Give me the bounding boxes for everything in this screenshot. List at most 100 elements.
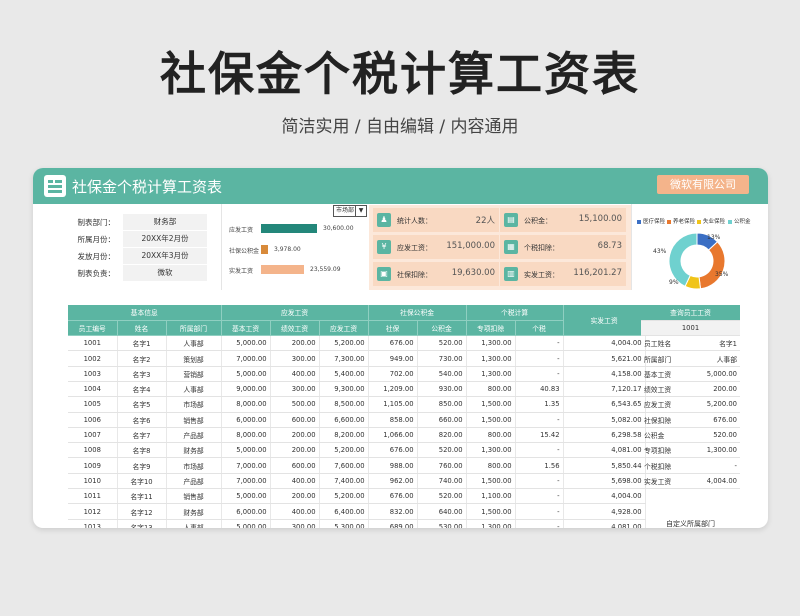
company-button[interactable]: 微软有限公司 — [657, 175, 749, 194]
column-header[interactable]: 专项扣除 — [466, 320, 516, 337]
table-cell[interactable]: 1013 — [68, 519, 118, 528]
table-cell[interactable]: 名字1 — [117, 335, 167, 352]
table-cell[interactable]: 1004 — [68, 381, 118, 398]
table-cell[interactable]: 财务部 — [166, 442, 222, 459]
column-header[interactable]: 基本工资 — [221, 320, 271, 337]
info-value[interactable]: 20XX年3月份 — [123, 248, 207, 264]
table-cell[interactable]: 858.00 — [368, 412, 418, 428]
table-cell[interactable]: 520.00 — [417, 488, 467, 505]
table-cell[interactable]: 名字8 — [117, 442, 167, 459]
table-cell[interactable]: 949.00 — [368, 350, 418, 367]
column-header[interactable]: 应发工资 — [319, 320, 369, 337]
table-cell[interactable]: 1,300.00 — [466, 519, 516, 528]
table-cell[interactable]: 200.00 — [270, 335, 320, 352]
lookup-id-input[interactable]: 1001 — [641, 320, 740, 337]
table-cell[interactable]: 5,200.00 — [319, 488, 369, 505]
table-cell[interactable]: 400.00 — [270, 473, 320, 490]
table-cell[interactable]: 名字2 — [117, 350, 167, 367]
table-cell[interactable]: 300.00 — [270, 381, 320, 398]
table-cell[interactable]: 4,081.00 — [563, 519, 646, 528]
table-cell[interactable]: 962.00 — [368, 473, 418, 490]
table-cell[interactable]: 4,928.00 — [563, 503, 646, 520]
column-header[interactable]: 绩效工资 — [270, 320, 320, 337]
info-value[interactable]: 微软 — [123, 265, 207, 281]
table-cell[interactable]: 市场部 — [166, 396, 222, 413]
table-cell[interactable]: 7,300.00 — [319, 350, 369, 367]
table-cell[interactable]: 营销部 — [166, 366, 222, 382]
table-cell[interactable]: - — [515, 366, 564, 382]
table-cell[interactable]: 8,200.00 — [319, 427, 369, 444]
table-cell[interactable]: 财务部 — [166, 503, 222, 520]
table-cell[interactable]: 6,000.00 — [221, 412, 271, 428]
table-cell[interactable]: 人事部 — [166, 381, 222, 398]
table-cell[interactable]: 9,000.00 — [221, 381, 271, 398]
table-cell[interactable]: 销售部 — [166, 412, 222, 428]
table-cell[interactable]: 产品部 — [166, 473, 222, 490]
table-cell[interactable]: 760.00 — [417, 457, 467, 474]
table-cell[interactable]: 520.00 — [417, 335, 467, 352]
table-cell[interactable]: 6,298.58 — [563, 427, 646, 444]
table-cell[interactable]: 1,300.00 — [466, 335, 516, 352]
table-cell[interactable]: 销售部 — [166, 488, 222, 505]
table-cell[interactable]: 5,000.00 — [221, 335, 271, 352]
table-cell[interactable]: 8,500.00 — [319, 396, 369, 413]
table-cell[interactable]: 800.00 — [466, 427, 516, 444]
table-cell[interactable]: 1003 — [68, 366, 118, 382]
table-cell[interactable]: 7,600.00 — [319, 457, 369, 474]
table-cell[interactable]: 1,500.00 — [466, 503, 516, 520]
table-cell[interactable]: 1,066.00 — [368, 427, 418, 444]
table-cell[interactable]: 5,850.44 — [563, 457, 646, 474]
table-cell[interactable]: 40.83 — [515, 381, 564, 398]
table-cell[interactable]: 1006 — [68, 412, 118, 428]
table-cell[interactable]: 市场部 — [166, 457, 222, 474]
table-cell[interactable]: - — [515, 473, 564, 490]
table-cell[interactable]: 676.00 — [368, 488, 418, 505]
table-cell[interactable]: 740.00 — [417, 473, 467, 490]
table-cell[interactable]: 1,100.00 — [466, 488, 516, 505]
table-cell[interactable]: 1010 — [68, 473, 118, 490]
column-header[interactable]: 所属部门 — [166, 320, 222, 337]
table-cell[interactable]: 930.00 — [417, 381, 467, 398]
table-cell[interactable]: 300.00 — [270, 350, 320, 367]
column-header[interactable]: 公积金 — [417, 320, 467, 337]
table-cell[interactable]: 1,105.00 — [368, 396, 418, 413]
table-cell[interactable]: 850.00 — [417, 396, 467, 413]
table-cell[interactable]: 1005 — [68, 396, 118, 413]
table-cell[interactable]: 名字5 — [117, 396, 167, 413]
table-cell[interactable]: 832.00 — [368, 503, 418, 520]
table-cell[interactable]: 名字11 — [117, 488, 167, 505]
table-cell[interactable]: 名字13 — [117, 519, 167, 528]
table-cell[interactable]: 人事部 — [166, 519, 222, 528]
table-cell[interactable]: 5,300.00 — [319, 519, 369, 528]
table-cell[interactable]: 5,000.00 — [221, 366, 271, 382]
table-cell[interactable]: 5,200.00 — [319, 335, 369, 352]
table-cell[interactable]: 660.00 — [417, 412, 467, 428]
table-cell[interactable]: 1009 — [68, 457, 118, 474]
column-header[interactable]: 员工编号 — [68, 320, 118, 337]
table-cell[interactable]: 产品部 — [166, 427, 222, 444]
table-cell[interactable]: - — [515, 519, 564, 528]
table-cell[interactable]: 7,000.00 — [221, 457, 271, 474]
table-cell[interactable]: 8,000.00 — [221, 427, 271, 444]
table-cell[interactable]: 530.00 — [417, 519, 467, 528]
table-cell[interactable]: 500.00 — [270, 396, 320, 413]
table-cell[interactable]: 820.00 — [417, 427, 467, 444]
table-cell[interactable]: 1.56 — [515, 457, 564, 474]
table-cell[interactable]: 名字9 — [117, 457, 167, 474]
table-cell[interactable]: 1001 — [68, 335, 118, 352]
table-cell[interactable]: 800.00 — [466, 457, 516, 474]
table-cell[interactable]: 800.00 — [466, 381, 516, 398]
table-cell[interactable]: 1,500.00 — [466, 412, 516, 428]
table-cell[interactable]: 1012 — [68, 503, 118, 520]
table-cell[interactable]: 1,209.00 — [368, 381, 418, 398]
column-header[interactable]: 社保 — [368, 320, 418, 337]
table-cell[interactable]: 1011 — [68, 488, 118, 505]
table-cell[interactable]: 4,004.00 — [563, 488, 646, 505]
table-cell[interactable]: 1,500.00 — [466, 396, 516, 413]
table-cell[interactable]: 6,000.00 — [221, 503, 271, 520]
table-cell[interactable]: 730.00 — [417, 350, 467, 367]
table-cell[interactable]: 1002 — [68, 350, 118, 367]
table-cell[interactable]: 5,200.00 — [319, 442, 369, 459]
table-cell[interactable]: 5,082.00 — [563, 412, 646, 428]
table-cell[interactable]: 7,000.00 — [221, 473, 271, 490]
